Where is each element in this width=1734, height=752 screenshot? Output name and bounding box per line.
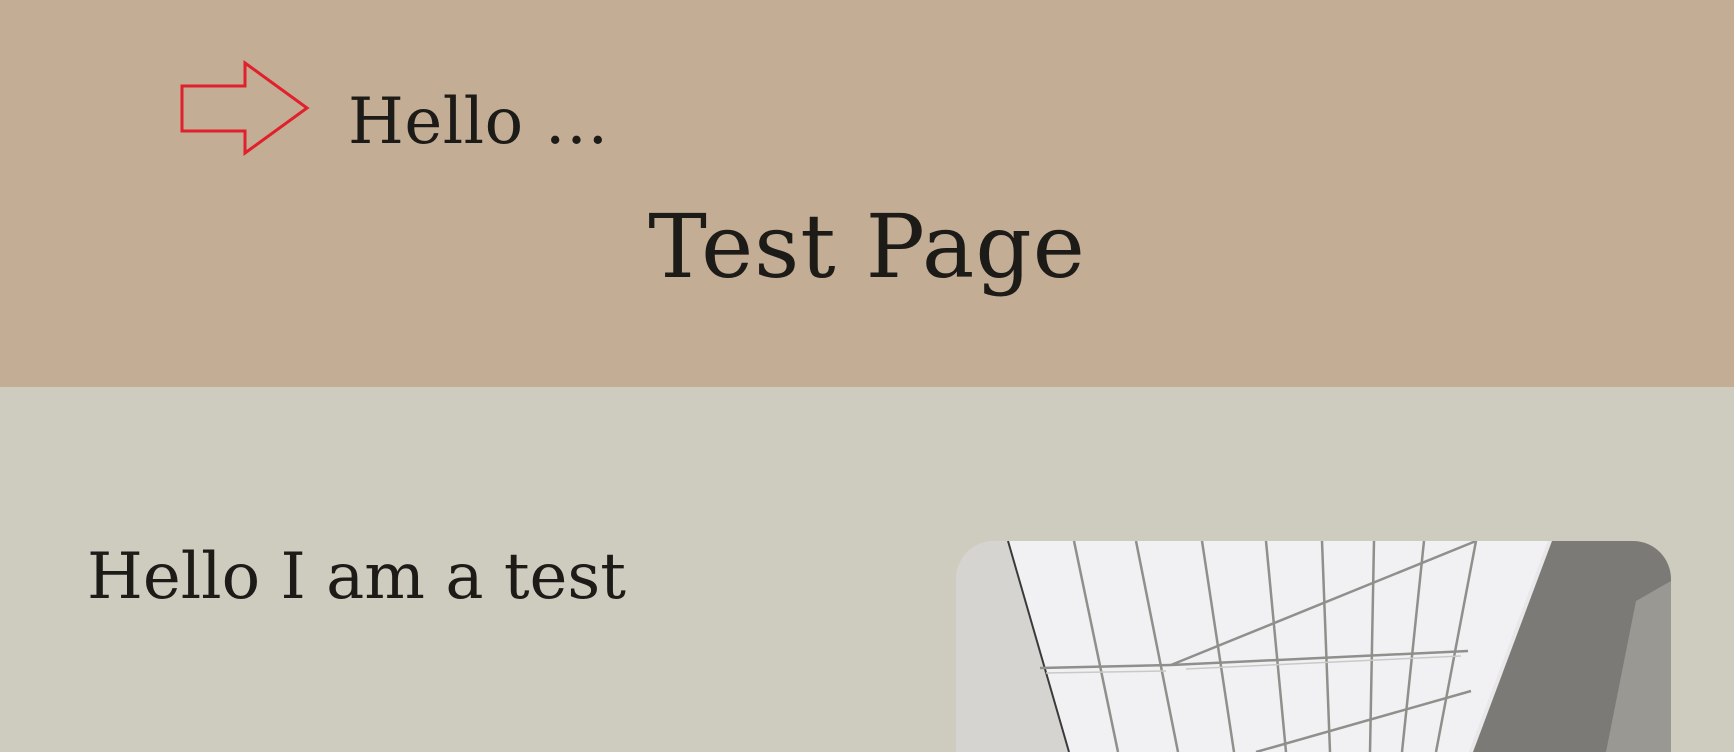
main-content: Hello I am a test — [0, 387, 1734, 752]
page-title: Test Page — [648, 195, 1086, 298]
greeting-text: Hello … — [348, 85, 609, 159]
arrow-right-icon — [180, 60, 310, 156]
page: Hello … Test Page Hello I am a test — [0, 0, 1734, 752]
skylight-image — [956, 541, 1671, 752]
header-banner: Hello … Test Page — [0, 0, 1734, 387]
content-heading: Hello I am a test — [87, 540, 626, 614]
